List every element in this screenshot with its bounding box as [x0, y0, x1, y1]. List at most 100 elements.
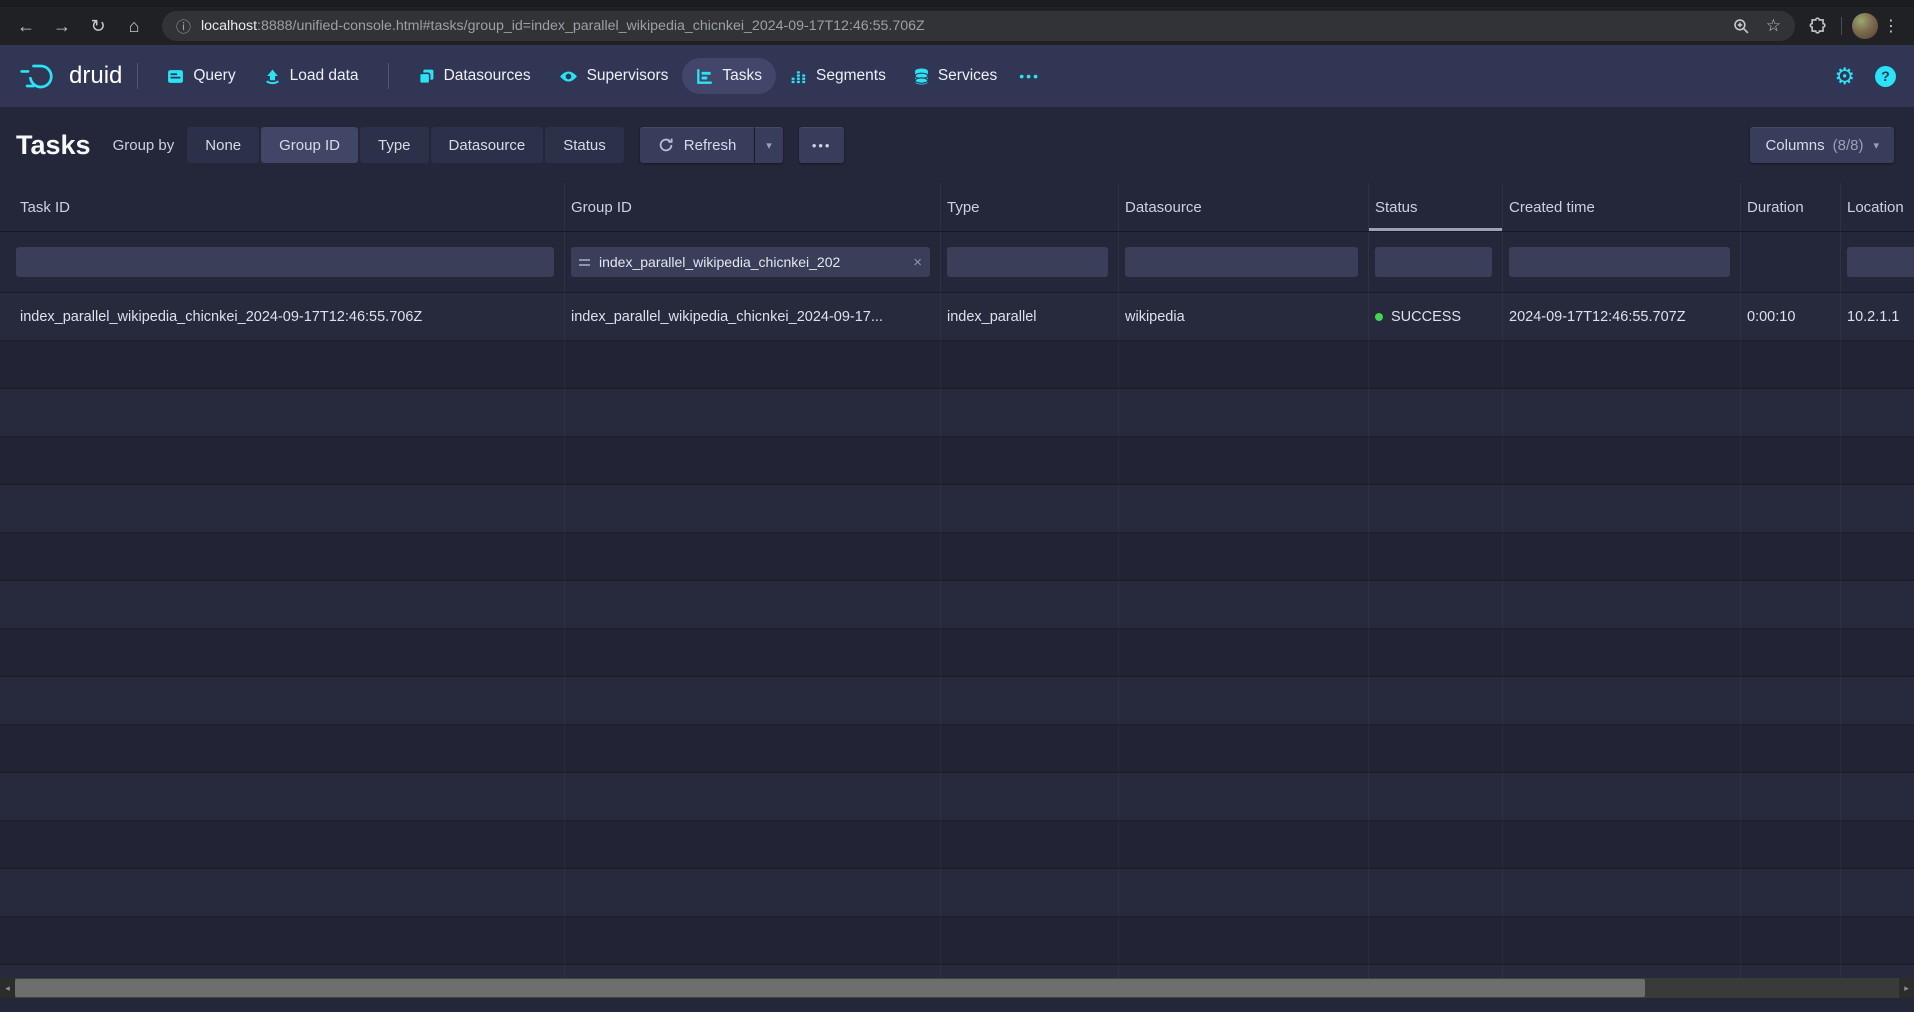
settings-gear-icon[interactable]: ⚙ — [1834, 65, 1855, 88]
druid-brand[interactable]: druid — [18, 62, 122, 90]
back-icon[interactable]: ← — [8, 11, 44, 41]
table-cell — [1119, 389, 1369, 436]
group-by-datasource-button[interactable]: Datasource — [431, 127, 544, 163]
group-by-none-button[interactable]: None — [187, 127, 259, 163]
table-cell — [941, 533, 1119, 580]
nav-item-segments[interactable]: Segments — [776, 58, 900, 94]
nav-item-tasks[interactable]: Tasks — [682, 58, 776, 94]
group-id-filter-tag: index_parallel_wikipedia_chicnkei_202 — [599, 254, 840, 270]
nav-item-datasources[interactable]: Datasources — [404, 58, 545, 94]
header-group-id[interactable]: Group ID — [565, 183, 941, 231]
table-cell — [1741, 389, 1841, 436]
cell-group-id: index_parallel_wikipedia_chicnkei_2024-0… — [565, 293, 941, 340]
scroll-right-icon[interactable]: ▸ — [1899, 978, 1914, 998]
table-cell — [565, 485, 941, 532]
table-cell — [941, 341, 1119, 388]
header-datasource[interactable]: Datasource — [1119, 183, 1369, 231]
table-cell — [0, 629, 565, 676]
forward-icon[interactable]: → — [44, 11, 80, 41]
table-cell — [1503, 821, 1741, 868]
extensions-icon[interactable] — [1809, 17, 1827, 35]
status-success-dot — [1375, 313, 1383, 321]
header-location[interactable]: Location — [1841, 183, 1914, 231]
nav-item-label: Supervisors — [587, 67, 669, 85]
filter-cell-task-id — [0, 232, 565, 292]
table-row — [0, 725, 1914, 773]
status-filter-input[interactable] — [1375, 247, 1492, 277]
nav-more-icon[interactable]: ••• — [1011, 68, 1048, 84]
table-cell — [565, 725, 941, 772]
table-cell — [1119, 869, 1369, 916]
bookmark-star-icon[interactable]: ☆ — [1766, 16, 1781, 36]
header-task-id[interactable]: Task ID — [0, 183, 565, 231]
table-cell — [1369, 389, 1503, 436]
table-cell — [1503, 677, 1741, 724]
table-cell — [1841, 389, 1914, 436]
profile-avatar[interactable] — [1852, 13, 1878, 39]
nav-item-services[interactable]: Services — [900, 58, 1011, 94]
table-cell — [565, 821, 941, 868]
scrollbar-thumb[interactable] — [15, 979, 1645, 997]
header-duration[interactable]: Duration — [1741, 183, 1841, 231]
tasks-toolbar: Tasks Group by None Group ID Type Dataso… — [0, 107, 1914, 183]
druid-logo-icon — [18, 62, 60, 90]
task-id-filter-input[interactable] — [16, 247, 554, 277]
table-cell — [1503, 869, 1741, 916]
tasks-table: Task ID Group ID Type Datasource Status … — [0, 183, 1914, 1012]
columns-button[interactable]: Columns (8/8) ▾ — [1750, 127, 1894, 163]
table-row[interactable]: index_parallel_wikipedia_chicnkei_2024-0… — [0, 293, 1914, 341]
refresh-interval-dropdown[interactable]: ▾ — [755, 127, 783, 163]
horizontal-scrollbar[interactable]: ◂ ▸ — [0, 978, 1914, 998]
header-created-time[interactable]: Created time — [1503, 183, 1741, 231]
remove-filter-icon[interactable]: × — [913, 254, 922, 271]
datasource-filter-input[interactable] — [1125, 247, 1358, 277]
filter-cell-type — [941, 232, 1119, 292]
header-type[interactable]: Type — [941, 183, 1119, 231]
table-cell — [1119, 581, 1369, 628]
table-cell — [1369, 725, 1503, 772]
scroll-left-icon[interactable]: ◂ — [0, 978, 15, 998]
nav-item-supervisors[interactable]: Supervisors — [545, 58, 683, 94]
table-cell — [1119, 725, 1369, 772]
more-actions-button[interactable]: ••• — [799, 127, 845, 163]
type-filter-input[interactable] — [947, 247, 1108, 277]
header-status[interactable]: Status — [1369, 183, 1503, 231]
table-cell — [1369, 341, 1503, 388]
nav-item-load-data[interactable]: Load data — [250, 58, 373, 94]
table-row — [0, 869, 1914, 917]
nav-item-label: Segments — [816, 67, 886, 85]
group-id-filter-input[interactable]: index_parallel_wikipedia_chicnkei_202 × — [571, 247, 930, 277]
table-cell — [1119, 917, 1369, 964]
reload-icon[interactable]: ↻ — [80, 11, 116, 41]
table-cell — [565, 773, 941, 820]
filter-cell-datasource — [1119, 232, 1369, 292]
browser-menu-icon[interactable]: ⋮ — [1878, 16, 1904, 36]
table-cell — [1503, 581, 1741, 628]
nav-item-query[interactable]: Query — [153, 58, 249, 94]
scrollbar-track[interactable] — [1645, 978, 1899, 998]
group-by-status-button[interactable]: Status — [545, 127, 624, 163]
group-by-type-button[interactable]: Type — [360, 127, 429, 163]
table-row — [0, 533, 1914, 581]
created-time-filter-input[interactable] — [1509, 247, 1730, 277]
site-info-icon[interactable]: ⓘ — [176, 16, 191, 37]
url-bar[interactable]: ⓘ localhost:8888/unified-console.html#ta… — [162, 11, 1795, 41]
table-cell — [1841, 437, 1914, 484]
table-cell — [565, 533, 941, 580]
table-cell — [1841, 341, 1914, 388]
group-by-group-id-button[interactable]: Group ID — [261, 127, 358, 163]
location-filter-input[interactable] — [1847, 247, 1914, 277]
table-cell — [1369, 773, 1503, 820]
table-cell — [1503, 533, 1741, 580]
refresh-button[interactable]: Refresh — [640, 127, 755, 163]
table-cell — [0, 773, 565, 820]
help-icon[interactable]: ? — [1875, 66, 1896, 87]
table-cell — [1369, 677, 1503, 724]
table-cell — [941, 389, 1119, 436]
refresh-button-group: Refresh ▾ — [640, 127, 783, 163]
table-cell — [1503, 389, 1741, 436]
filter-cell-location — [1841, 232, 1914, 292]
home-icon[interactable]: ⌂ — [116, 11, 152, 41]
zoom-icon[interactable] — [1733, 18, 1750, 35]
table-cell — [1741, 533, 1841, 580]
